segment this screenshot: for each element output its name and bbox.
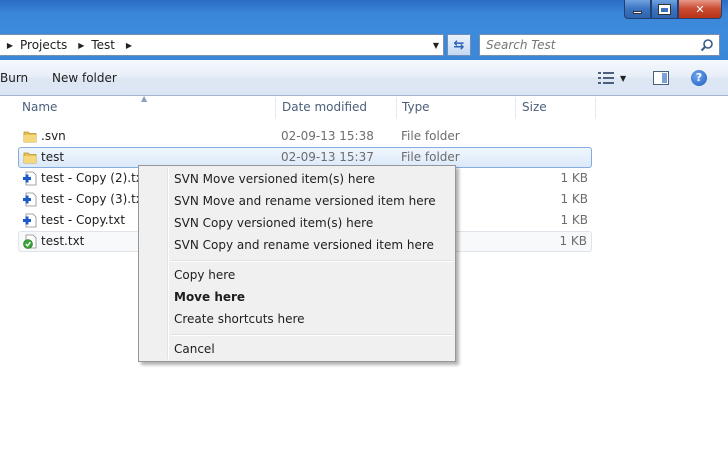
minimize-button[interactable] (624, 0, 651, 19)
breadcrumb-chevron-icon[interactable]: ▶ (123, 41, 135, 50)
menu-item-copy-here[interactable]: Copy here (141, 264, 453, 286)
search-icon[interactable] (700, 38, 714, 52)
column-divider[interactable] (396, 97, 397, 119)
address-row: ▶ Projects ▶ Test ▶ ▼ ⇆ (0, 30, 728, 60)
folder-icon (23, 152, 37, 164)
view-dropdown-icon[interactable]: ▼ (620, 74, 626, 83)
breadcrumb-projects[interactable]: Projects (16, 38, 71, 52)
menu-item-label: Move here (174, 290, 246, 304)
breadcrumb-test[interactable]: Test (87, 38, 119, 52)
file-type: File folder (401, 150, 460, 164)
search-input[interactable] (480, 38, 690, 52)
menu-item-label: SVN Copy versioned item(s) here (174, 216, 374, 230)
maximize-button[interactable] (651, 0, 678, 19)
menu-item-svn-copy-rename[interactable]: SVN Copy and rename versioned item here (141, 234, 453, 256)
menu-item-svn-move-rename[interactable]: SVN Move and rename versioned item here (141, 190, 453, 212)
file-date: 02-09-13 15:38 (281, 129, 374, 143)
svn-normal-text-file-icon (23, 234, 37, 249)
drag-drop-context-menu: SVN Move versioned item(s) here SVN Move… (138, 165, 456, 362)
file-name: test (41, 150, 65, 164)
breadcrumb-chevron-icon[interactable]: ▶ (4, 41, 16, 50)
menu-item-cancel[interactable]: Cancel (141, 338, 453, 360)
file-name: test - Copy.txt (41, 213, 126, 227)
command-bar: Burn New folder ▼ ? (0, 60, 728, 96)
refresh-button[interactable]: ⇆ (447, 34, 471, 56)
burn-button[interactable]: Burn (0, 71, 28, 85)
file-row[interactable]: .svn 02-09-13 15:38 File folder (18, 126, 592, 147)
menu-item-svn-copy[interactable]: SVN Copy versioned item(s) here (141, 212, 453, 234)
maximize-icon (658, 3, 671, 15)
help-icon[interactable]: ? (691, 70, 707, 86)
address-bar[interactable]: ▶ Projects ▶ Test ▶ ▼ (0, 34, 444, 56)
menu-item-label: Cancel (174, 342, 215, 356)
menu-item-svn-move[interactable]: SVN Move versioned item(s) here (141, 168, 453, 190)
folder-icon (23, 131, 37, 143)
menu-item-create-shortcuts[interactable]: Create shortcuts here (141, 308, 453, 330)
menu-item-label: SVN Move versioned item(s) here (174, 172, 375, 186)
file-name: test - Copy (3).txt (41, 192, 148, 206)
column-header-name[interactable]: Name (22, 100, 57, 114)
file-size: 1 KB (559, 234, 587, 248)
column-header-size[interactable]: Size (522, 100, 547, 114)
svn-added-text-file-icon (23, 171, 37, 186)
file-name: test - Copy (2).txt (41, 171, 148, 185)
column-header-date[interactable]: Date modified (282, 100, 367, 114)
change-view-button[interactable]: ▼ (598, 72, 626, 84)
file-type: File folder (401, 129, 460, 143)
minimize-icon (633, 10, 642, 14)
menu-item-label: SVN Move and rename versioned item here (174, 194, 436, 208)
address-history-dropdown-icon[interactable]: ▼ (433, 41, 439, 50)
column-divider[interactable] (515, 97, 516, 119)
column-header-type[interactable]: Type (402, 100, 430, 114)
sort-ascending-icon: ▲ (141, 94, 148, 103)
column-headers: ▲ Name Date modified Type Size (0, 94, 728, 119)
breadcrumb-chevron-icon[interactable]: ▶ (75, 41, 87, 50)
file-size: 1 KB (560, 171, 588, 185)
file-size: 1 KB (560, 213, 588, 227)
menu-item-move-here[interactable]: Move here (141, 286, 453, 308)
menu-separator (171, 260, 453, 262)
svn-added-text-file-icon (23, 192, 37, 207)
file-size: 1 KB (560, 192, 588, 206)
refresh-icon: ⇆ (453, 37, 465, 53)
details-view-icon (598, 72, 614, 84)
close-icon: ✕ (695, 2, 705, 16)
close-button[interactable]: ✕ (678, 0, 722, 19)
title-bar: ✕ (0, 0, 728, 30)
menu-item-label: Create shortcuts here (174, 312, 305, 326)
window-controls: ✕ (624, 0, 722, 19)
file-name: test.txt (41, 234, 85, 248)
menu-item-label: Copy here (174, 268, 236, 282)
menu-separator (171, 334, 453, 336)
file-date: 02-09-13 15:37 (281, 150, 374, 164)
new-folder-button[interactable]: New folder (52, 71, 117, 85)
search-box[interactable] (479, 34, 720, 56)
svn-added-text-file-icon (23, 213, 37, 228)
menu-item-label: SVN Copy and rename versioned item here (174, 238, 434, 252)
column-divider[interactable] (275, 97, 276, 119)
column-divider[interactable] (595, 97, 596, 119)
file-name: .svn (41, 129, 66, 143)
preview-pane-icon[interactable] (653, 71, 669, 85)
